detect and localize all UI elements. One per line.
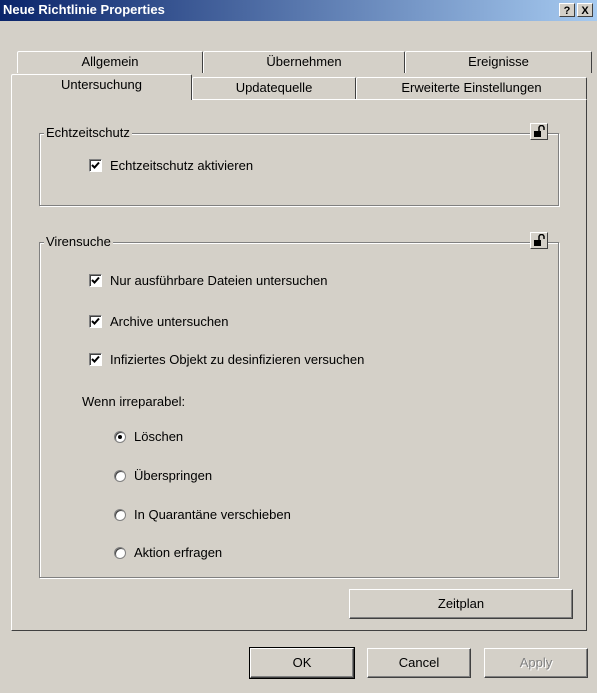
archive-checkbox[interactable]: Archive untersuchen bbox=[89, 314, 229, 329]
tab-allgemein[interactable]: Allgemein bbox=[17, 51, 203, 73]
echtzeitschutz-legend: Echtzeitschutz bbox=[44, 125, 132, 140]
close-button[interactable]: X bbox=[577, 3, 593, 17]
desinfizieren-checkbox[interactable]: Infiziertes Objekt zu desinfizieren vers… bbox=[89, 352, 364, 367]
properties-dialog: Neue Richtlinie Properties ? X Allgemein… bbox=[0, 0, 597, 693]
apply-label: Apply bbox=[519, 655, 553, 670]
checkbox-checked-icon bbox=[89, 274, 102, 287]
tab-updatequelle[interactable]: Updatequelle bbox=[192, 77, 356, 99]
archive-label: Archive untersuchen bbox=[110, 314, 229, 329]
lock-icon[interactable] bbox=[530, 232, 548, 249]
radio-quarantaene-label: In Quarantäne verschieben bbox=[134, 507, 291, 522]
window-title: Neue Richtlinie Properties bbox=[3, 2, 165, 17]
help-button[interactable]: ? bbox=[559, 3, 575, 17]
checkbox-checked-icon bbox=[89, 315, 102, 328]
apply-button: Apply bbox=[484, 648, 588, 678]
tab-erweiterte-einstellungen[interactable]: Erweiterte Einstellungen bbox=[356, 77, 587, 99]
echtzeitschutz-checkbox-label: Echtzeitschutz aktivieren bbox=[110, 158, 254, 173]
radio-ueberspringen-label: Überspringen bbox=[134, 468, 213, 483]
title-bar: Neue Richtlinie Properties ? X bbox=[0, 0, 597, 21]
checkbox-checked-icon bbox=[89, 159, 102, 172]
radio-selected-icon bbox=[114, 430, 126, 443]
virensuche-legend: Virensuche bbox=[44, 234, 113, 249]
irreparabel-label: Wenn irreparabel: bbox=[82, 394, 186, 409]
nur-ausfuehrbare-label: Nur ausführbare Dateien untersuchen bbox=[110, 273, 328, 288]
radio-loeschen-label: Löschen bbox=[134, 429, 184, 444]
echtzeitschutz-group: Echtzeitschutz Echtzeitschutz aktivieren bbox=[39, 123, 559, 206]
radio-icon bbox=[114, 546, 126, 559]
zeitplan-button[interactable]: Zeitplan bbox=[349, 589, 573, 619]
checkbox-checked-icon bbox=[89, 353, 102, 366]
nur-ausfuehrbare-checkbox[interactable]: Nur ausführbare Dateien untersuchen bbox=[89, 273, 328, 288]
ok-button[interactable]: OK bbox=[249, 647, 355, 679]
virensuche-group: Virensuche Nur ausführbare Dateien unter… bbox=[39, 232, 559, 578]
echtzeitschutz-checkbox[interactable]: Echtzeitschutz aktivieren bbox=[89, 158, 253, 173]
lock-icon[interactable] bbox=[530, 123, 548, 140]
tab-uebernehmen[interactable]: Übernehmen bbox=[203, 51, 405, 73]
radio-loeschen[interactable]: Löschen bbox=[114, 429, 183, 444]
cancel-button[interactable]: Cancel bbox=[367, 648, 471, 678]
tab-ereignisse[interactable]: Ereignisse bbox=[405, 51, 592, 73]
radio-ueberspringen[interactable]: Überspringen bbox=[114, 468, 212, 483]
radio-icon bbox=[114, 469, 126, 482]
tab-untersuchung[interactable]: Untersuchung bbox=[11, 74, 192, 100]
radio-aktion-erfragen-label: Aktion erfragen bbox=[134, 545, 223, 560]
radio-icon bbox=[114, 508, 126, 521]
desinfizieren-label: Infiziertes Objekt zu desinfizieren vers… bbox=[110, 352, 365, 367]
radio-aktion-erfragen[interactable]: Aktion erfragen bbox=[114, 545, 222, 560]
radio-quarantaene[interactable]: In Quarantäne verschieben bbox=[114, 507, 291, 522]
tab-panel-untersuchung: Echtzeitschutz Echtzeitschutz aktivieren… bbox=[11, 99, 587, 631]
